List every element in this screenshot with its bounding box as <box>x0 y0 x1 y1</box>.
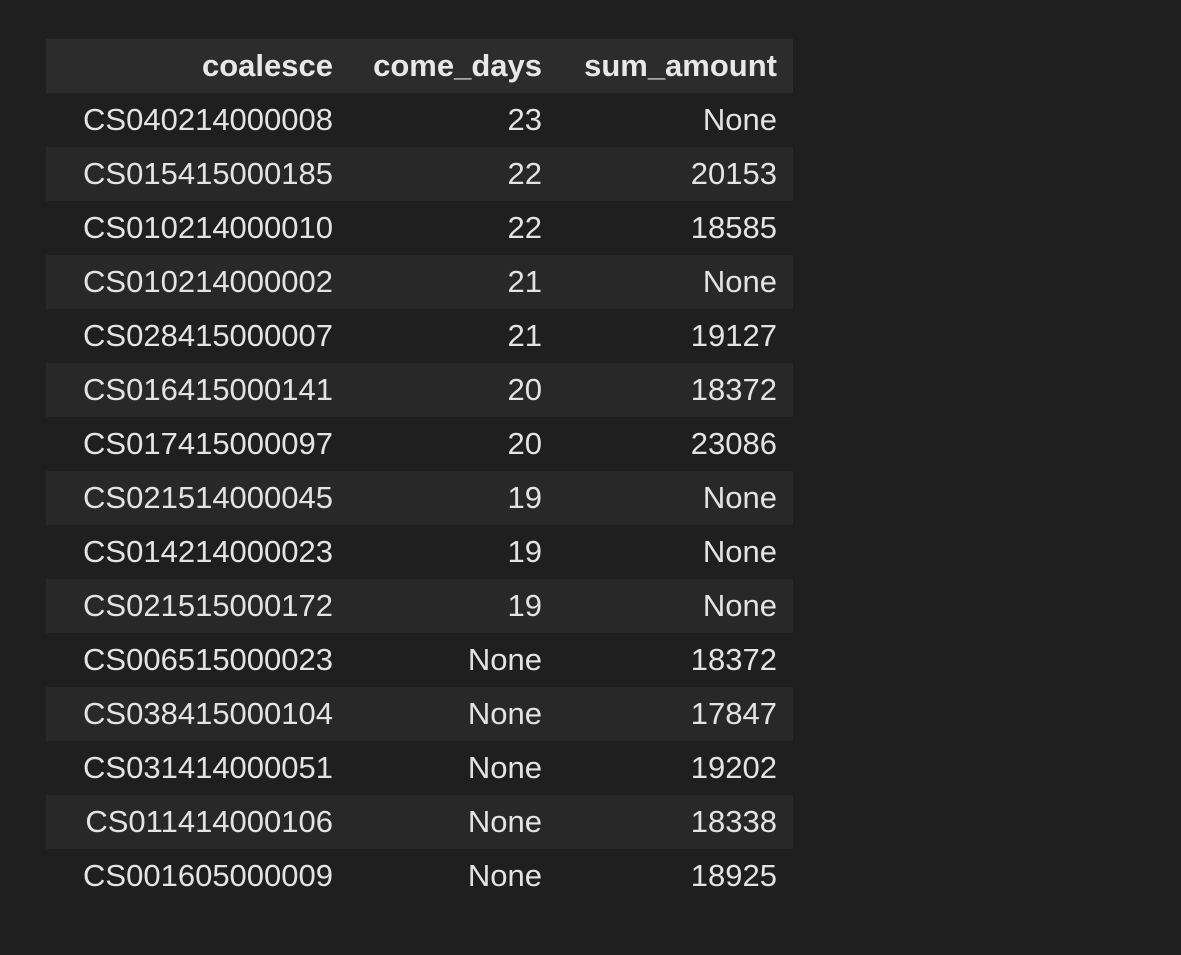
cell-come-days: 22 <box>349 147 558 201</box>
table-row: CS038415000104 None 17847 <box>46 687 793 741</box>
table-row: CS001605000009 None 18925 <box>46 849 793 903</box>
cell-coalesce: CS006515000023 <box>46 633 349 687</box>
cell-coalesce: CS017415000097 <box>46 417 349 471</box>
cell-come-days: 23 <box>349 93 558 147</box>
table-row: CS028415000007 21 19127 <box>46 309 793 363</box>
cell-come-days: 19 <box>349 471 558 525</box>
cell-sum-amount: 23086 <box>558 417 793 471</box>
column-header-come-days: come_days <box>349 39 558 93</box>
table-body: CS040214000008 23 None CS015415000185 22… <box>46 93 793 903</box>
table-row: CS021515000172 19 None <box>46 579 793 633</box>
dataframe-table: coalesce come_days sum_amount CS04021400… <box>46 39 793 903</box>
cell-come-days: 21 <box>349 309 558 363</box>
cell-coalesce: CS015415000185 <box>46 147 349 201</box>
column-header-coalesce: coalesce <box>46 39 349 93</box>
cell-coalesce: CS014214000023 <box>46 525 349 579</box>
cell-coalesce: CS040214000008 <box>46 93 349 147</box>
cell-coalesce: CS016415000141 <box>46 363 349 417</box>
cell-coalesce: CS028415000007 <box>46 309 349 363</box>
cell-coalesce: CS010214000002 <box>46 255 349 309</box>
cell-sum-amount: None <box>558 579 793 633</box>
cell-output-area: coalesce come_days sum_amount CS04021400… <box>46 39 793 903</box>
table-row: CS014214000023 19 None <box>46 525 793 579</box>
cell-sum-amount: 18372 <box>558 363 793 417</box>
table-header: coalesce come_days sum_amount <box>46 39 793 93</box>
table-row: CS006515000023 None 18372 <box>46 633 793 687</box>
cell-sum-amount: 18372 <box>558 633 793 687</box>
cell-sum-amount: None <box>558 471 793 525</box>
cell-sum-amount: 19127 <box>558 309 793 363</box>
cell-sum-amount: 20153 <box>558 147 793 201</box>
table-row: CS021514000045 19 None <box>46 471 793 525</box>
cell-come-days: 20 <box>349 363 558 417</box>
cell-sum-amount: 18585 <box>558 201 793 255</box>
cell-coalesce: CS038415000104 <box>46 687 349 741</box>
table-row: CS011414000106 None 18338 <box>46 795 793 849</box>
table-row: CS010214000010 22 18585 <box>46 201 793 255</box>
cell-come-days: None <box>349 849 558 903</box>
cell-coalesce: CS031414000051 <box>46 741 349 795</box>
cell-sum-amount: 18925 <box>558 849 793 903</box>
table-row: CS010214000002 21 None <box>46 255 793 309</box>
column-header-sum-amount: sum_amount <box>558 39 793 93</box>
cell-come-days: None <box>349 687 558 741</box>
cell-coalesce: CS010214000010 <box>46 201 349 255</box>
cell-come-days: None <box>349 633 558 687</box>
table-row: CS016415000141 20 18372 <box>46 363 793 417</box>
cell-sum-amount: None <box>558 93 793 147</box>
table-row: CS017415000097 20 23086 <box>46 417 793 471</box>
cell-coalesce: CS021515000172 <box>46 579 349 633</box>
cell-come-days: 22 <box>349 201 558 255</box>
table-row: CS015415000185 22 20153 <box>46 147 793 201</box>
cell-come-days: None <box>349 795 558 849</box>
table-row: CS031414000051 None 19202 <box>46 741 793 795</box>
cell-coalesce: CS011414000106 <box>46 795 349 849</box>
header-row: coalesce come_days sum_amount <box>46 39 793 93</box>
cell-sum-amount: 18338 <box>558 795 793 849</box>
cell-sum-amount: 17847 <box>558 687 793 741</box>
cell-come-days: 20 <box>349 417 558 471</box>
cell-come-days: None <box>349 741 558 795</box>
cell-come-days: 21 <box>349 255 558 309</box>
table-row: CS040214000008 23 None <box>46 93 793 147</box>
cell-coalesce: CS001605000009 <box>46 849 349 903</box>
cell-coalesce: CS021514000045 <box>46 471 349 525</box>
cell-sum-amount: None <box>558 255 793 309</box>
cell-sum-amount: None <box>558 525 793 579</box>
cell-come-days: 19 <box>349 525 558 579</box>
cell-sum-amount: 19202 <box>558 741 793 795</box>
cell-come-days: 19 <box>349 579 558 633</box>
